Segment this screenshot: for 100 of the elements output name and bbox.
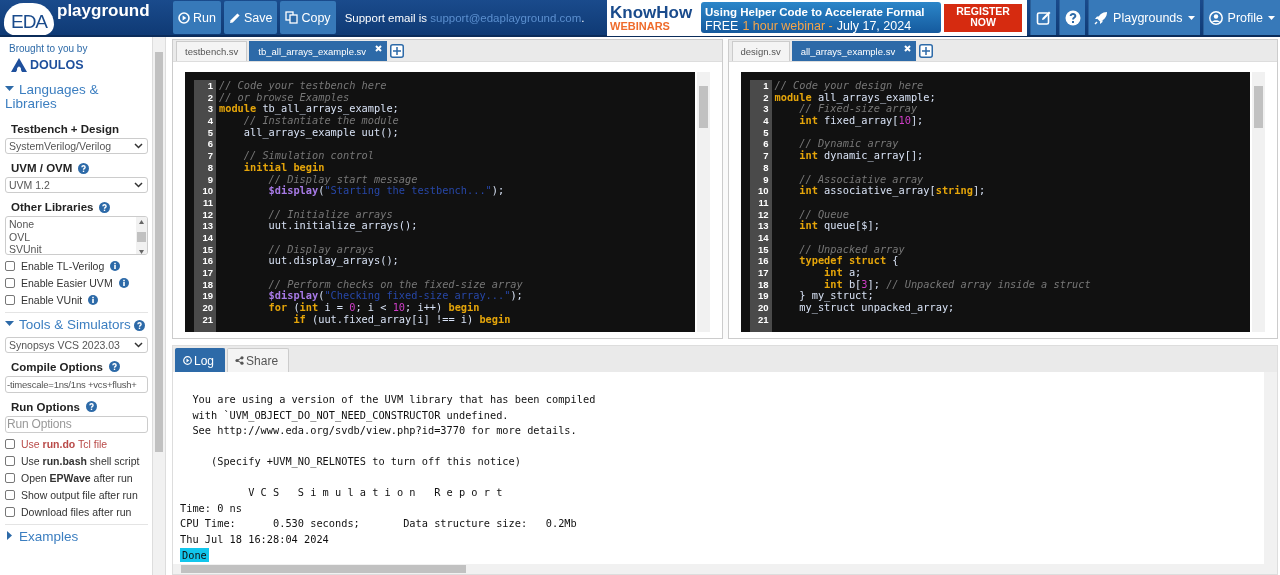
code-line: // Unpacked array xyxy=(798,242,905,255)
code-line: initial begin xyxy=(242,160,325,173)
edit-button[interactable] xyxy=(1030,0,1057,35)
code-line: my_struct unpacked_array; xyxy=(798,301,955,314)
banner-brand-sub: WEBINARS xyxy=(610,20,671,32)
user-icon xyxy=(1208,10,1223,25)
list-option[interactable]: OVL xyxy=(9,230,133,244)
checkbox[interactable] xyxy=(5,295,15,306)
code-line: // or browse Examples xyxy=(219,90,350,103)
code-line: // Associative array xyxy=(798,172,924,185)
dropdown[interactable]: Synopsys VCS 2023.03 xyxy=(5,336,148,353)
code-line: module all_arrays_example; xyxy=(774,90,936,103)
text-field[interactable]: -timescale=1ns/1ns +vcs+flush+ xyxy=(5,375,148,393)
section-toggle[interactable]: Languages & Libraries xyxy=(5,83,148,112)
list-option[interactable]: None xyxy=(9,218,133,231)
code-line: // Display arrays xyxy=(267,242,374,255)
close-icon[interactable] xyxy=(375,45,383,52)
logo-text: EDA xyxy=(4,2,54,35)
file-tab[interactable]: all_arrays_example.sv xyxy=(791,41,917,61)
checkbox[interactable] xyxy=(5,438,15,449)
scrollbar[interactable] xyxy=(1264,372,1277,574)
code-editor[interactable] xyxy=(740,72,1250,332)
help-icon xyxy=(1064,9,1081,26)
support-text: Support email is support@edaplayground.com. xyxy=(344,11,585,24)
line-number: 6 xyxy=(206,138,213,151)
run-button[interactable]: Run xyxy=(173,1,221,34)
line-number: 16 xyxy=(756,255,769,267)
register-button[interactable]: REGISTER NOW xyxy=(944,3,1023,32)
scrollbar[interactable] xyxy=(1252,72,1265,332)
menu-button[interactable]: Playgrounds xyxy=(1088,0,1200,35)
add-tab-icon[interactable] xyxy=(919,44,934,58)
code-line: // Perform checks on the fixed-size array xyxy=(267,277,523,290)
checkbox[interactable] xyxy=(5,278,15,289)
checkbox[interactable] xyxy=(5,489,15,500)
code-line: int fixed_array[10]; xyxy=(798,114,924,127)
checkbox[interactable] xyxy=(5,472,15,483)
help-button[interactable] xyxy=(1059,0,1086,35)
code-line: int dynamic_array[]; xyxy=(798,149,924,162)
line-number: 13 xyxy=(756,220,769,232)
banner-duration: 1 hour webinar - xyxy=(742,19,833,33)
line-number: 17 xyxy=(756,267,769,279)
line-number: 19 xyxy=(201,290,213,303)
share-tab[interactable]: Share xyxy=(227,348,290,372)
dropdown[interactable]: UVM 1.2 xyxy=(5,177,148,194)
banner-free: FREE xyxy=(705,19,739,33)
file-tab[interactable]: tb_all_arrays_example.sv xyxy=(249,41,388,61)
add-tab-icon[interactable] xyxy=(390,44,405,58)
section-toggle[interactable]: Tools & Simulators xyxy=(5,318,131,333)
save-button[interactable]: Save xyxy=(223,1,278,34)
log-line: See http://www.eda.org/svdb/view.php?id=3770 for more details. xyxy=(191,423,578,438)
scrollbar[interactable] xyxy=(173,564,1264,574)
code-line: // Code your testbench here xyxy=(219,79,387,91)
webinar-banner[interactable]: KnowHow WEBINARS Using Helper Code to Accelerate Formal FREE 1 hour webinar - July 17, 2024 REGISTER NOW xyxy=(607,0,1028,36)
code-line: module tb_all_arrays_example; xyxy=(219,102,399,115)
line-number: 11 xyxy=(757,196,769,209)
share-icon xyxy=(235,356,245,365)
code-line: int queue[$]; xyxy=(798,219,880,232)
log-line: V C S S i m u l a t i o n R e p o r t xyxy=(247,485,504,500)
line-number: 12 xyxy=(201,208,213,221)
checkbox-label: Open EPWave after run xyxy=(21,471,133,484)
file-tab[interactable]: design.sv xyxy=(731,41,790,61)
section-toggle[interactable]: Examples xyxy=(5,529,79,544)
scrollbar[interactable] xyxy=(696,72,710,332)
checkbox[interactable] xyxy=(5,455,15,466)
line-number: 15 xyxy=(201,243,213,256)
line-number: 9 xyxy=(762,173,769,186)
line-number: 8 xyxy=(762,161,769,174)
code-line: // Code your design here xyxy=(774,79,924,91)
field-label: Run Options xyxy=(11,400,80,413)
copy-button[interactable]: Copy xyxy=(280,1,336,34)
line-number: 7 xyxy=(206,150,213,162)
list-option[interactable]: SVUnit xyxy=(9,243,133,255)
checkbox-label: Download files after run xyxy=(21,505,132,518)
banner-date: July 17, 2024 xyxy=(836,19,912,33)
line-number: 13 xyxy=(201,220,213,232)
code-editor[interactable] xyxy=(185,72,695,332)
log-tab[interactable]: Log xyxy=(175,348,226,372)
line-number: 21 xyxy=(756,313,769,326)
menu-button[interactable]: Profile xyxy=(1202,0,1280,35)
line-number: 7 xyxy=(762,150,769,162)
line-number: 17 xyxy=(201,267,213,279)
line-number: 19 xyxy=(756,290,769,303)
file-tab[interactable]: testbench.sv xyxy=(176,41,248,61)
checkbox[interactable] xyxy=(5,506,15,517)
log-line: with `UVM_OBJECT_DO_NOT_NEED_CONSTRUCTOR undefined. xyxy=(191,407,510,423)
chevron-down-icon xyxy=(134,182,143,189)
text-field[interactable]: Run Options xyxy=(5,415,148,433)
code-line: int a; xyxy=(824,266,862,278)
list-box[interactable]: None OVL SVUnit xyxy=(5,216,148,256)
caret-icon xyxy=(1268,15,1275,20)
line-number: 20 xyxy=(201,302,213,314)
sponsor-logo: DOULOS xyxy=(30,58,84,72)
line-number: 4 xyxy=(206,115,213,127)
caret-down-icon xyxy=(5,319,14,329)
scrollbar[interactable] xyxy=(152,37,165,575)
checkbox[interactable] xyxy=(5,261,15,272)
line-number: 10 xyxy=(201,185,213,197)
close-icon[interactable] xyxy=(904,45,912,52)
dropdown[interactable]: SystemVerilog/Verilog xyxy=(5,138,148,155)
code-line: $display("Checking fixed-size array..."); xyxy=(267,289,523,302)
